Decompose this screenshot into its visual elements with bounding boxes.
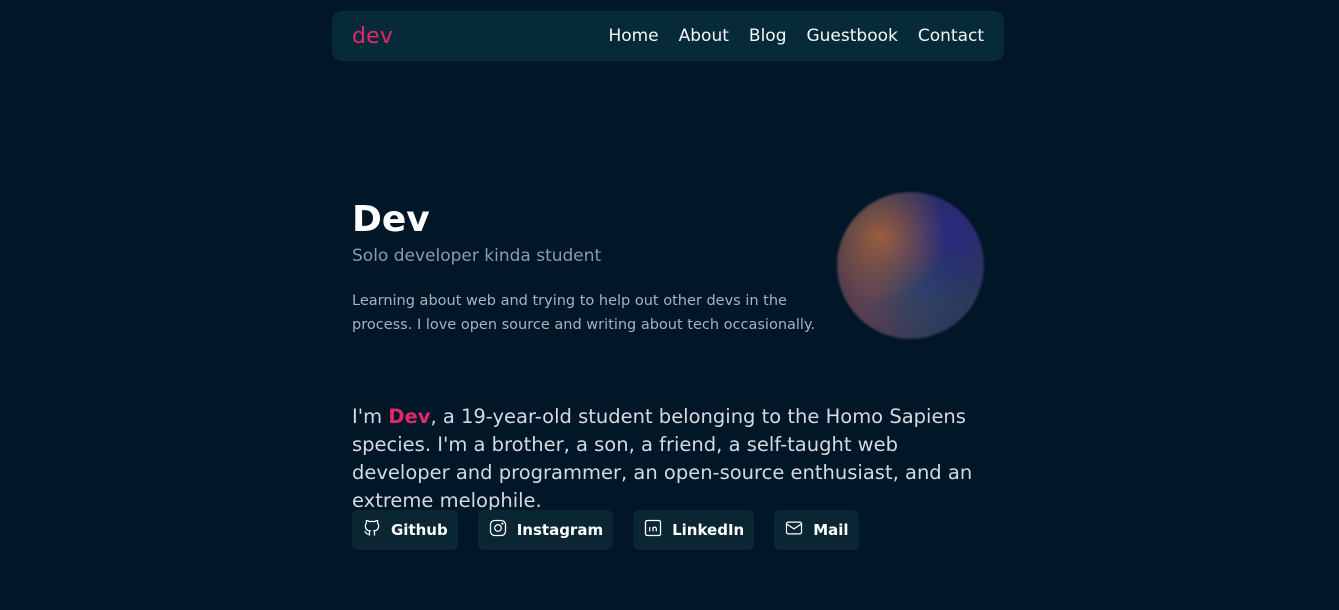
linkedin-button[interactable]: LinkedIn bbox=[633, 510, 755, 550]
bio-prefix: I'm bbox=[352, 405, 389, 428]
logo[interactable]: dev bbox=[352, 24, 393, 49]
social-links: Github Instagram LinkedIn Mail bbox=[352, 510, 859, 550]
nav-link-about[interactable]: About bbox=[679, 26, 729, 46]
nav-link-guestbook[interactable]: Guestbook bbox=[806, 26, 897, 46]
linkedin-icon bbox=[643, 518, 663, 542]
github-label: Github bbox=[391, 521, 448, 539]
instagram-icon bbox=[488, 518, 508, 542]
bio-rest: , a 19-year-old student belonging to the… bbox=[352, 405, 973, 512]
nav-link-blog[interactable]: Blog bbox=[749, 26, 787, 46]
github-icon bbox=[362, 518, 382, 542]
bio-highlight-name: Dev bbox=[388, 405, 431, 428]
mail-label: Mail bbox=[813, 521, 849, 539]
bio-paragraph: I'm Dev, a 19-year-old student belonging… bbox=[352, 403, 992, 515]
nav-link-contact[interactable]: Contact bbox=[918, 26, 984, 46]
nav-link-home[interactable]: Home bbox=[608, 26, 658, 46]
avatar bbox=[837, 192, 984, 339]
linkedin-label: LinkedIn bbox=[672, 521, 745, 539]
instagram-button[interactable]: Instagram bbox=[477, 510, 614, 550]
hero-description: Learning about web and trying to help ou… bbox=[352, 293, 816, 333]
mail-icon bbox=[784, 518, 804, 542]
instagram-label: Instagram bbox=[516, 521, 604, 539]
mail-button[interactable]: Mail bbox=[774, 510, 859, 550]
navbar: dev Home About Blog Guestbook Contact bbox=[332, 11, 1004, 61]
github-button[interactable]: Github bbox=[352, 510, 458, 550]
nav-links: Home About Blog Guestbook Contact bbox=[608, 26, 984, 46]
